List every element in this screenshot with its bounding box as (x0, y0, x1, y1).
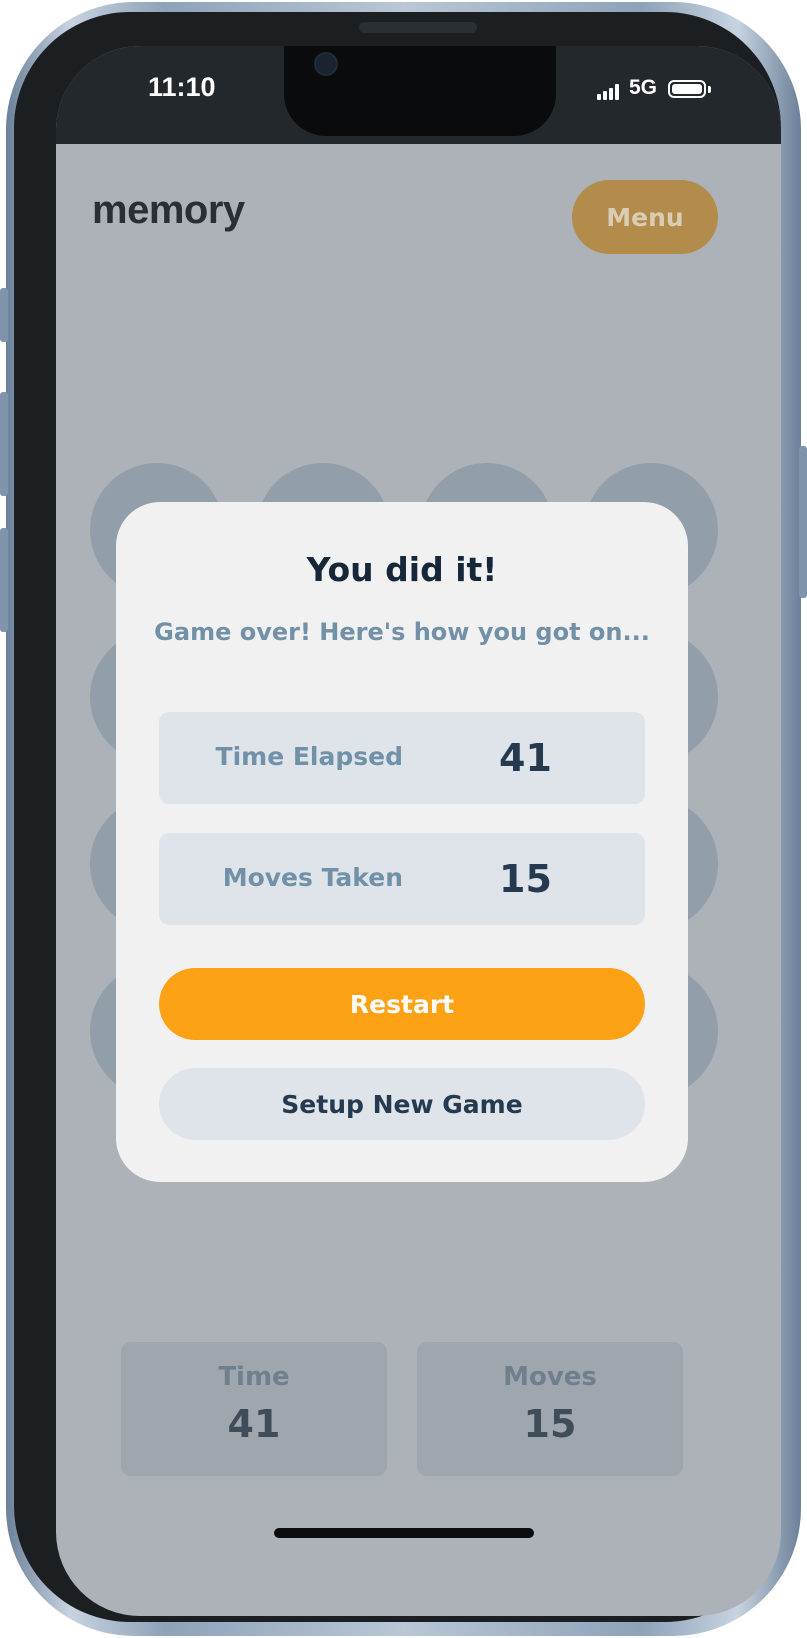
volume-up-button (0, 392, 8, 496)
volume-down-button (0, 528, 8, 632)
moves-stat-card: Moves 15 (417, 1342, 683, 1476)
power-button (799, 446, 807, 598)
notch (284, 46, 556, 136)
result-moves-row: Moves Taken 15 (159, 833, 645, 925)
modal-subtitle: Game over! Here's how you got on... (154, 618, 650, 646)
moves-stat-label: Moves (503, 1362, 597, 1392)
menu-button[interactable]: Menu (572, 180, 718, 254)
app-logo: memory (92, 188, 245, 232)
setup-new-game-button[interactable]: Setup New Game (159, 1068, 645, 1140)
restart-button[interactable]: Restart (159, 968, 645, 1040)
mute-switch (0, 288, 8, 342)
front-camera (314, 52, 338, 76)
result-moves-label: Moves Taken (222, 863, 403, 892)
result-moves-value: 15 (499, 857, 552, 901)
game-over-modal: You did it! Game over! Here's how you go… (116, 502, 688, 1182)
battery-icon (668, 80, 706, 98)
result-time-row: Time Elapsed 41 (159, 712, 645, 804)
speaker-grille (359, 22, 477, 33)
result-time-label: Time Elapsed (215, 742, 403, 771)
time-stat-card: Time 41 (121, 1342, 387, 1476)
battery-cap (708, 86, 711, 93)
modal-title: You did it! (306, 550, 498, 589)
time-stat-value: 41 (227, 1402, 281, 1446)
network-type: 5G (629, 76, 658, 99)
signal-bars-icon (597, 84, 621, 100)
home-indicator[interactable] (274, 1528, 534, 1538)
time-stat-label: Time (218, 1362, 290, 1392)
moves-stat-value: 15 (523, 1402, 577, 1446)
status-time: 11:10 (148, 72, 216, 102)
phone-bezel: 11:10 5G memory Menu Time 41 Moves 15 Yo… (14, 12, 781, 1622)
status-bar: 11:10 5G (56, 46, 781, 144)
result-time-value: 41 (499, 736, 552, 780)
screen: 11:10 5G memory Menu Time 41 Moves 15 Yo… (56, 46, 781, 1616)
